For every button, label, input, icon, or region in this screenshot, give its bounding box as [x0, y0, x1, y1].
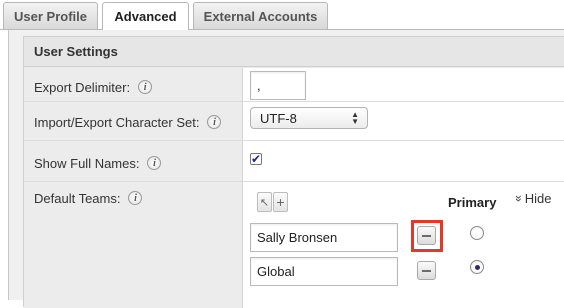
tab-advanced[interactable]: Advanced [102, 2, 189, 30]
export-delimiter-input[interactable]: , [250, 71, 306, 100]
charset-select-value: UTF-8 [260, 110, 297, 126]
user-settings-section: User Settings Export Delimiter: i , Impo… [23, 36, 564, 308]
primary-column-header: Primary [448, 195, 497, 210]
default-teams-label: Default Teams: i [34, 188, 143, 208]
row-divider [24, 140, 564, 141]
select-team-button[interactable]: ↖ [257, 192, 272, 212]
info-icon[interactable]: i [147, 156, 162, 170]
minus-icon [422, 269, 431, 272]
primary-team-radio[interactable] [470, 260, 484, 274]
checkmark-icon: ✔ [250, 152, 262, 166]
info-icon[interactable]: i [128, 191, 143, 205]
show-full-names-label: Show Full Names: i [34, 153, 162, 173]
charset-label: Import/Export Character Set: i [34, 112, 222, 132]
minus-icon [422, 234, 431, 237]
charset-text: Import/Export Character Set: [34, 114, 200, 130]
settings-panel: User Settings Export Delimiter: i , Impo… [8, 30, 564, 308]
row-divider [24, 101, 564, 102]
hide-label: Hide [524, 191, 552, 206]
team-name-input[interactable]: Global [250, 257, 398, 286]
row-divider [24, 181, 564, 182]
default-teams-text: Default Teams: [34, 190, 121, 206]
export-delimiter-text: Export Delimiter: [34, 79, 131, 95]
tab-external-accounts[interactable]: External Accounts [193, 2, 328, 29]
chevron-double-down-icon: » [511, 195, 526, 202]
select-arrows-icon: ▲ ▼ [351, 110, 359, 126]
info-icon[interactable]: i [207, 115, 222, 129]
plus-icon: + [276, 194, 285, 210]
add-team-button[interactable]: + [273, 192, 288, 212]
charset-select[interactable]: UTF-8 ▲ ▼ [250, 107, 368, 129]
primary-team-radio[interactable] [470, 226, 484, 240]
section-title: User Settings [24, 37, 564, 67]
tab-user-profile[interactable]: User Profile [3, 2, 98, 29]
tab-bar: User Profile Advanced External Accounts [0, 0, 564, 30]
export-delimiter-label: Export Delimiter: i [34, 77, 153, 97]
radio-dot-icon [474, 264, 480, 270]
cursor-icon: ↖ [259, 196, 270, 209]
show-full-names-text: Show Full Names: [34, 155, 140, 171]
hide-toggle[interactable]: » Hide [512, 191, 552, 206]
team-name-input[interactable]: Sally Bronsen [250, 223, 398, 252]
info-icon[interactable]: i [138, 80, 153, 94]
remove-team-button[interactable] [417, 261, 436, 280]
remove-team-button[interactable] [417, 226, 436, 245]
show-full-names-checkbox[interactable]: ✔ [250, 153, 262, 165]
